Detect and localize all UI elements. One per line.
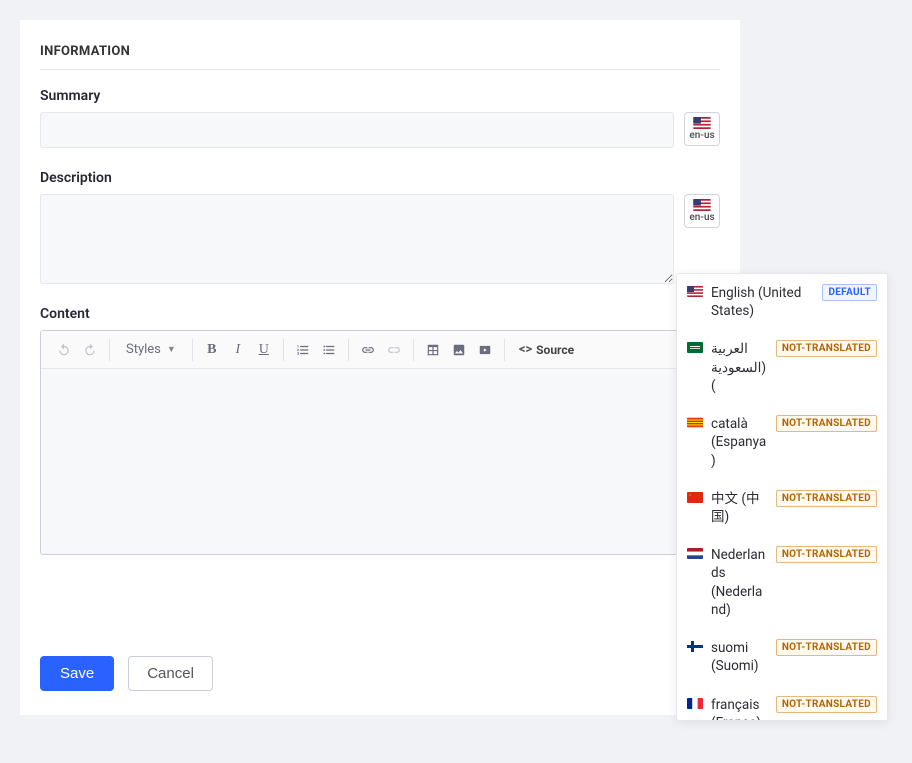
not-translated-badge: NOT-TRANSLATED (776, 639, 877, 656)
field-summary: Summary en-us (40, 88, 720, 148)
unordered-list-button[interactable] (316, 337, 342, 363)
language-item-left: Nederlands (Nederland) (687, 546, 770, 619)
italic-icon: I (235, 342, 240, 358)
language-name: català (Espanya) (711, 415, 770, 470)
image-icon (452, 343, 466, 357)
bold-button[interactable]: B (199, 337, 225, 363)
unlink-icon (387, 343, 401, 357)
not-translated-badge: NOT-TRANSLATED (776, 490, 877, 507)
language-item-left: català (Espanya) (687, 415, 770, 470)
cn-flag-icon (687, 492, 703, 503)
link-button[interactable] (355, 337, 381, 363)
source-label: Source (536, 343, 574, 357)
us-flag-icon (693, 199, 711, 211)
summary-lang-code: en-us (689, 130, 714, 141)
description-lang-code: en-us (689, 212, 714, 223)
rich-text-editor: Styles ▼ B I U (40, 330, 720, 555)
form-card: INFORMATION Summary en-us Description en… (20, 20, 740, 715)
video-icon (478, 343, 492, 357)
video-button[interactable] (472, 337, 498, 363)
description-label: Description (40, 170, 720, 186)
language-item[interactable]: français (France) NOT-TRANSLATED (677, 686, 887, 722)
language-item[interactable]: català (Espanya) NOT-TRANSLATED (677, 405, 887, 480)
editor-content-area[interactable] (41, 369, 719, 554)
summary-input[interactable] (40, 112, 674, 148)
language-name: Nederlands (Nederland) (711, 546, 770, 619)
chevron-down-icon: ▼ (167, 344, 176, 355)
fi-flag-icon (687, 641, 703, 652)
ordered-list-button[interactable] (290, 337, 316, 363)
nl-flag-icon (687, 548, 703, 559)
us-flag-icon (687, 286, 703, 297)
styles-dropdown[interactable]: Styles ▼ (116, 342, 186, 357)
not-translated-badge: NOT-TRANSLATED (776, 546, 877, 563)
redo-icon (83, 343, 97, 357)
language-name: français (France) (711, 696, 770, 722)
code-icon: <> (519, 342, 532, 357)
italic-button[interactable]: I (225, 337, 251, 363)
underline-icon: U (259, 342, 269, 358)
language-item-left: suomi (Suomi) (687, 639, 770, 675)
bold-icon: B (207, 342, 216, 358)
underline-button[interactable]: U (251, 337, 277, 363)
not-translated-badge: NOT-TRANSLATED (776, 696, 877, 713)
language-item[interactable]: العربية (السعودية) NOT-TRANSLATED (677, 330, 887, 405)
field-description: Description en-us (40, 170, 720, 284)
unlink-button[interactable] (381, 337, 407, 363)
redo-button[interactable] (77, 337, 103, 363)
language-item[interactable]: Nederlands (Nederland) NOT-TRANSLATED (677, 536, 887, 629)
unordered-list-icon (322, 343, 336, 357)
language-name: العربية (السعودية) (711, 340, 770, 395)
language-name: 中文 (中国) (711, 490, 770, 526)
language-item-left: English (United States) (687, 284, 816, 320)
editor-toolbar: Styles ▼ B I U (41, 331, 719, 369)
ca-flag-icon (687, 417, 703, 428)
language-name: English (United States) (711, 284, 816, 320)
language-item-left: 中文 (中国) (687, 490, 770, 526)
language-popover[interactable]: English (United States) DEFAULT العربية (ا… (676, 273, 888, 721)
fr-flag-icon (687, 698, 703, 709)
source-button[interactable]: <> Source (511, 342, 582, 357)
button-row: Save Cancel (40, 656, 213, 691)
table-icon (426, 343, 440, 357)
section-title: INFORMATION (40, 44, 720, 70)
field-content: Content Styles ▼ (40, 306, 720, 555)
language-item[interactable]: suomi (Suomi) NOT-TRANSLATED (677, 629, 887, 685)
link-icon (361, 343, 375, 357)
language-item-left: français (France) (687, 696, 770, 722)
not-translated-badge: NOT-TRANSLATED (776, 415, 877, 432)
image-button[interactable] (446, 337, 472, 363)
table-button[interactable] (420, 337, 446, 363)
undo-icon (57, 343, 71, 357)
cancel-button[interactable]: Cancel (128, 656, 213, 691)
us-flag-icon (693, 117, 711, 129)
language-item[interactable]: English (United States) DEFAULT (677, 274, 887, 330)
description-language-button[interactable]: en-us (684, 194, 720, 228)
summary-label: Summary (40, 88, 720, 104)
language-item-left: العربية (السعودية) (687, 340, 770, 395)
styles-label: Styles (126, 342, 161, 357)
language-name: suomi (Suomi) (711, 639, 770, 675)
undo-button[interactable] (51, 337, 77, 363)
content-label: Content (40, 306, 720, 322)
sa-flag-icon (687, 342, 703, 353)
not-translated-badge: NOT-TRANSLATED (776, 340, 877, 357)
save-button[interactable]: Save (40, 656, 114, 691)
description-input[interactable] (40, 194, 674, 284)
default-badge: DEFAULT (822, 284, 877, 301)
language-item[interactable]: 中文 (中国) NOT-TRANSLATED (677, 480, 887, 536)
ordered-list-icon (296, 343, 310, 357)
summary-language-button[interactable]: en-us (684, 112, 720, 146)
